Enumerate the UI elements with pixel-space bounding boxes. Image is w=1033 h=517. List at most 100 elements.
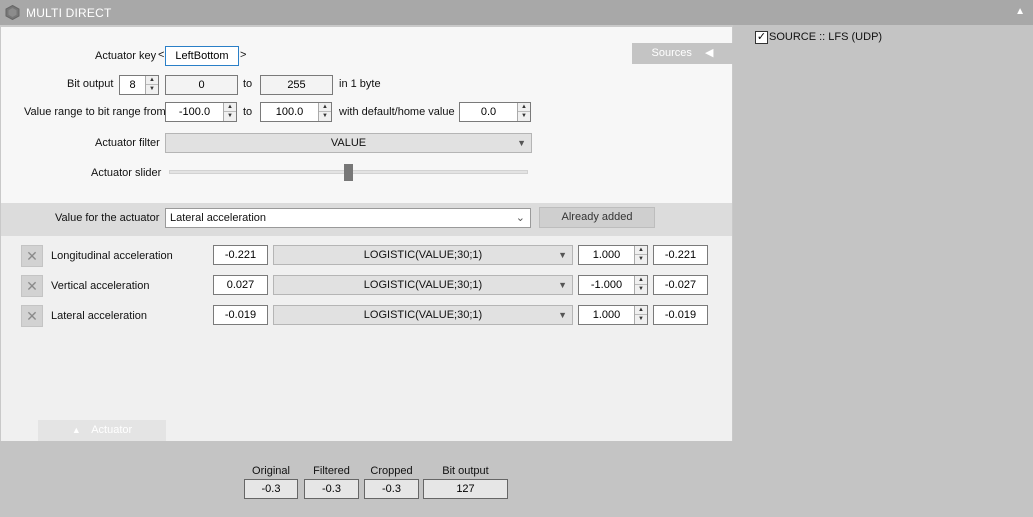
bit-output-spinner[interactable]: 8 ▲ ▼ (119, 75, 159, 95)
input-filter-value: LOGISTIC(VALUE;30;1) (363, 249, 483, 261)
range-from-value: -100.0 (178, 106, 211, 118)
collapse-triangle-up-icon[interactable]: ▲ (1015, 6, 1025, 17)
actuator-tab-label: Actuator (91, 424, 133, 436)
input-filter-dropdown[interactable]: LOGISTIC(VALUE;30;1) ▼ (273, 245, 573, 265)
actuator-tab[interactable]: ▲ Actuator (38, 420, 166, 441)
chevron-down-icon: ▼ (558, 280, 567, 290)
input-value-field[interactable]: -0.019 (213, 305, 268, 325)
actuator-slider-label: Actuator slider (91, 167, 162, 179)
chevron-down-icon: ▼ (558, 310, 567, 320)
spin-down-icon[interactable]: ▼ (635, 285, 647, 294)
spin-up-icon[interactable]: ▲ (635, 276, 647, 285)
spinner-arrows[interactable]: ▲ ▼ (223, 103, 236, 121)
actuator-key-next-button[interactable]: > (240, 49, 246, 61)
input-factor-spinner[interactable]: -1.000 ▲ ▼ (578, 275, 648, 295)
already-added-button[interactable]: Already added (539, 207, 655, 228)
original-label: Original (252, 465, 290, 477)
spin-down-icon[interactable]: ▼ (635, 255, 647, 264)
spin-up-icon[interactable]: ▲ (518, 103, 530, 112)
input-result-field: -0.019 (653, 305, 708, 325)
filtered-label: Filtered (313, 465, 350, 477)
sources-panel (733, 25, 1033, 517)
original-value: -0.3 (244, 479, 298, 499)
input-factor-value: 1.000 (592, 249, 621, 261)
spin-up-icon[interactable]: ▲ (319, 103, 331, 112)
spin-down-icon[interactable]: ▼ (319, 112, 331, 121)
value-range-label: Value range to bit range from (24, 106, 166, 118)
input-filter-value: LOGISTIC(VALUE;30;1) (363, 309, 483, 321)
bit-output-value: 8 (129, 79, 136, 91)
spinner-arrows[interactable]: ▲ ▼ (145, 76, 158, 94)
main-panel (0, 25, 733, 517)
actuator-slider-thumb[interactable] (344, 164, 353, 181)
source-checkbox[interactable]: ✓ (755, 31, 768, 44)
title-bar: MULTI DIRECT ▲ (0, 0, 1033, 25)
spinner-arrows[interactable]: ▲ ▼ (634, 306, 647, 324)
range-to-value: 100.0 (275, 106, 304, 118)
chevron-down-icon: ⌄ (515, 212, 525, 224)
triangle-left-icon: ◀ (704, 47, 714, 59)
input-filter-dropdown[interactable]: LOGISTIC(VALUE;30;1) ▼ (273, 275, 573, 295)
sources-tab-label: Sources (651, 47, 692, 59)
range-to-label: to (243, 106, 253, 118)
spin-up-icon[interactable]: ▲ (635, 306, 647, 315)
input-name: Vertical acceleration (51, 280, 150, 292)
default-value-label: with default/home value (339, 106, 455, 118)
spinner-arrows[interactable]: ▲ ▼ (517, 103, 530, 121)
value-for-actuator-dropdown[interactable]: Lateral acceleration ⌄ (165, 208, 531, 228)
default-value-spinner[interactable]: 0.0 ▲ ▼ (459, 102, 531, 122)
actuator-filter-dropdown[interactable]: VALUE ▼ (165, 133, 532, 153)
input-name: Lateral acceleration (51, 310, 148, 322)
remove-input-close-icon[interactable]: ✕ (21, 305, 43, 327)
window-title: MULTI DIRECT (26, 6, 112, 20)
remove-input-close-icon[interactable]: ✕ (21, 275, 43, 297)
cropped-label: Cropped (370, 465, 413, 477)
chevron-down-icon: ▼ (517, 138, 526, 148)
bit-suffix-label: in 1 byte (339, 78, 381, 90)
range-from-spinner[interactable]: -100.0 ▲ ▼ (165, 102, 237, 122)
input-filter-value: LOGISTIC(VALUE;30;1) (363, 279, 483, 291)
input-factor-spinner[interactable]: 1.000 ▲ ▼ (578, 245, 648, 265)
bit-output-label: Bit output (67, 78, 114, 90)
input-filter-dropdown[interactable]: LOGISTIC(VALUE;30;1) ▼ (273, 305, 573, 325)
spin-up-icon[interactable]: ▲ (146, 76, 158, 85)
bit-to-label: to (243, 78, 253, 90)
input-factor-spinner[interactable]: 1.000 ▲ ▼ (578, 305, 648, 325)
default-value: 0.0 (480, 106, 497, 118)
checkmark-icon: ✓ (756, 31, 767, 43)
input-factor-value: -1.000 (590, 279, 623, 291)
spinner-arrows[interactable]: ▲ ▼ (634, 276, 647, 294)
bit-min-field[interactable]: 0 (165, 75, 238, 95)
input-name: Longitudinal acceleration (51, 250, 173, 262)
spin-down-icon[interactable]: ▼ (224, 112, 236, 121)
app-logo-icon (5, 5, 20, 20)
spin-down-icon[interactable]: ▼ (146, 85, 158, 94)
spin-up-icon[interactable]: ▲ (635, 246, 647, 255)
range-to-spinner[interactable]: 100.0 ▲ ▼ (260, 102, 332, 122)
spin-up-icon[interactable]: ▲ (224, 103, 236, 112)
source-label[interactable]: SOURCE :: LFS (UDP) (769, 31, 882, 43)
input-result-field: -0.027 (653, 275, 708, 295)
actuator-filter-value: VALUE (330, 137, 367, 149)
chevron-down-icon: ▼ (558, 250, 567, 260)
bit-output-summary-label: Bit output (442, 465, 489, 477)
value-for-actuator-selected: Lateral acceleration (170, 212, 267, 224)
actuator-inputs-section (1, 236, 732, 441)
spin-down-icon[interactable]: ▼ (518, 112, 530, 121)
actuator-key-field[interactable]: LeftBottom (165, 46, 239, 66)
value-for-actuator-label: Value for the actuator (55, 212, 160, 224)
remove-input-close-icon[interactable]: ✕ (21, 245, 43, 267)
sources-tab[interactable]: Sources ◀ (632, 43, 733, 64)
cropped-value: -0.3 (364, 479, 419, 499)
bit-output-summary-value: 127 (423, 479, 508, 499)
actuator-key-label: Actuator key (95, 50, 157, 62)
input-result-field: -0.221 (653, 245, 708, 265)
spinner-arrows[interactable]: ▲ ▼ (634, 246, 647, 264)
input-value-field[interactable]: 0.027 (213, 275, 268, 295)
triangle-up-icon: ▲ (71, 425, 81, 435)
spin-down-icon[interactable]: ▼ (635, 315, 647, 324)
input-value-field[interactable]: -0.221 (213, 245, 268, 265)
spinner-arrows[interactable]: ▲ ▼ (318, 103, 331, 121)
bit-max-field[interactable]: 255 (260, 75, 333, 95)
actuator-key-prev-button[interactable]: < (158, 49, 164, 61)
